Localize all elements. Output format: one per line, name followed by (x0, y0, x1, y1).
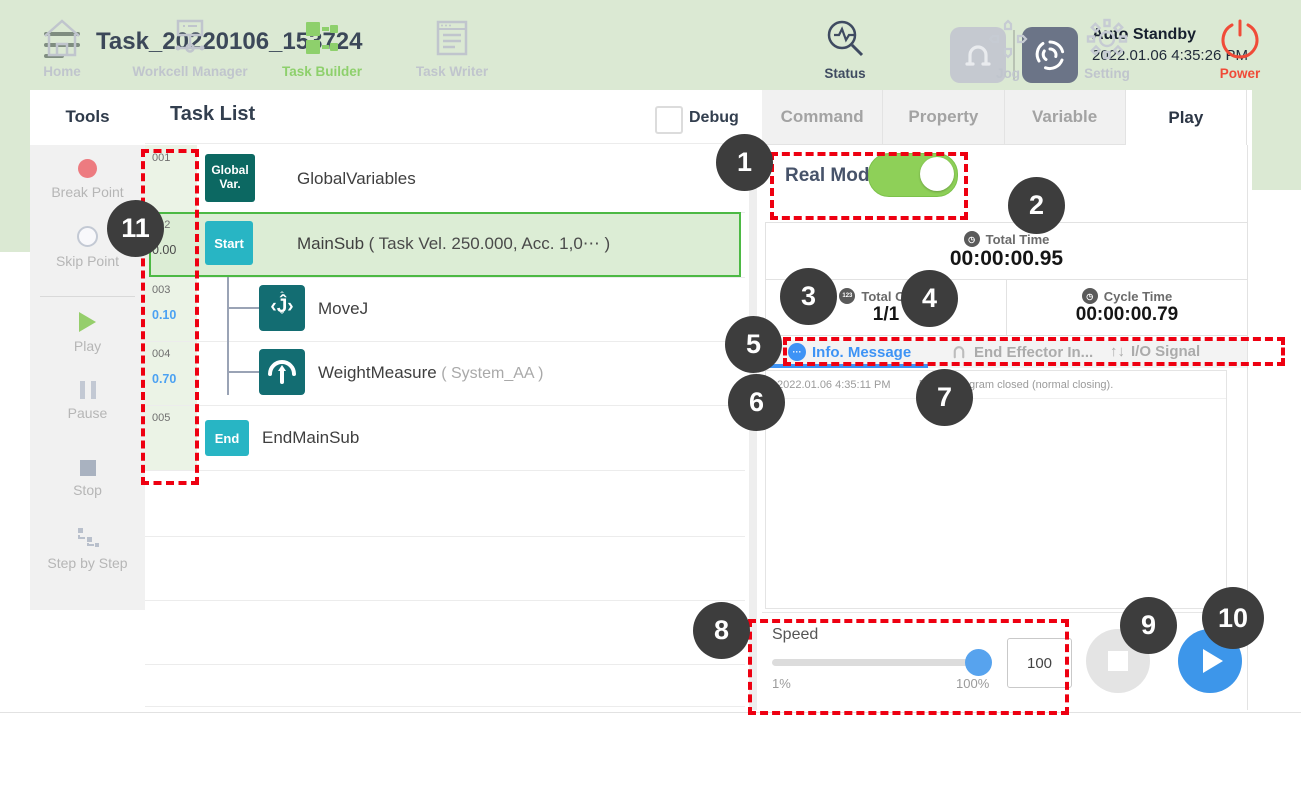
task-name: WeightMeasure (318, 363, 437, 382)
step-by-step-label: Step by Step (47, 555, 127, 571)
annotation-box-message-tabs (783, 337, 1285, 366)
app-root: Task_20220106_153724 Auto Standby 2022.0… (0, 0, 1301, 808)
tab-property[interactable]: Property (883, 90, 1004, 145)
right-green-strip (1252, 90, 1301, 190)
global-var-badge: GlobalVar. (205, 154, 255, 202)
tools-panel-title: Tools (30, 90, 145, 143)
annotation-box-speed (748, 619, 1069, 715)
play-tool-button[interactable]: Play (30, 301, 145, 365)
step-by-step-button[interactable]: Step by Step (30, 515, 145, 583)
skip-point-icon (77, 226, 98, 247)
nav-power[interactable]: Power (1170, 18, 1301, 81)
start-badge: Start (205, 221, 253, 265)
skip-point-label: Skip Point (56, 253, 119, 269)
annotation-9: 9 (1120, 597, 1177, 654)
message-time: 2022.01.06 4:35:11 PM (777, 379, 891, 391)
nav-workcell-manager[interactable]: Workcell Manager (120, 18, 260, 79)
movej-icon: ˆ ‹Ĵ› ˇ (259, 285, 305, 331)
weight-measure-icon (259, 349, 305, 395)
nav-status[interactable]: Status (775, 18, 915, 81)
play-icon (79, 312, 96, 332)
task-row-weightmeasure[interactable]: WeightMeasure ( System_AA ) (318, 363, 543, 383)
home-icon (41, 18, 83, 58)
stop-tool-label: Stop (73, 482, 102, 498)
debug-label: Debug (689, 109, 739, 127)
message-list: 2022.01.06 4:35:11 PM [1.2 gram closed (… (765, 370, 1227, 609)
annotation-11: 11 (107, 200, 164, 257)
task-row-movej[interactable]: MoveJ (318, 299, 368, 319)
task-detail: ( Task Vel. 250.000, Acc. 1,0⋯ ) (369, 234, 611, 253)
break-point-icon (78, 159, 97, 178)
task-writer-icon (432, 18, 472, 58)
tab-command[interactable]: Command (762, 90, 883, 145)
annotation-5: 5 (725, 316, 782, 373)
stop-icon (80, 460, 96, 476)
tab-play[interactable]: Play (1126, 90, 1247, 145)
break-point-label: Break Point (51, 184, 123, 200)
tools-divider (40, 296, 135, 297)
task-builder-icon (302, 18, 342, 58)
pause-icon (80, 381, 96, 399)
annotation-8: 8 (693, 602, 750, 659)
stop-square-icon (1108, 651, 1128, 671)
cycle-time-value: 00:00:00.79 (1007, 304, 1247, 326)
total-count-icon: 123 (839, 288, 855, 304)
workcell-manager-icon (168, 18, 212, 58)
tree-line (227, 277, 229, 395)
play-tool-label: Play (74, 338, 101, 354)
debug-checkbox[interactable] (655, 106, 683, 134)
task-name: MainSub (297, 234, 364, 253)
left-green-strip (0, 90, 30, 252)
play-triangle-icon (1203, 649, 1223, 673)
jog-icon (987, 18, 1029, 60)
tree-branch (227, 371, 259, 373)
end-badge: End (205, 420, 249, 456)
task-row-endmainsub[interactable]: EndMainSub (262, 428, 359, 448)
stop-tool-button[interactable]: Stop (30, 447, 145, 511)
status-icon (824, 18, 866, 60)
pause-tool-button[interactable]: Pause (30, 369, 145, 433)
annotation-2: 2 (1008, 177, 1065, 234)
annotation-box-real-mode (770, 152, 968, 220)
task-detail: ( System_AA ) (441, 365, 543, 382)
tree-branch (227, 307, 259, 309)
nav-task-builder[interactable]: Task Builder (252, 18, 392, 79)
tab-variable[interactable]: Variable (1005, 90, 1126, 145)
annotation-box-line-numbers (141, 149, 199, 485)
message-row: 2022.01.06 4:35:11 PM [1.2 gram closed (… (766, 371, 1226, 399)
power-icon (1219, 18, 1261, 60)
total-time-icon: ◷ (964, 231, 980, 247)
task-row-mainsub[interactable]: MainSub ( Task Vel. 250.000, Acc. 1,0⋯ ) (297, 234, 610, 254)
cycle-time-icon: ◷ (1082, 288, 1098, 304)
message-text: gram closed (normal closing). (969, 379, 1113, 391)
step-by-step-icon (75, 527, 101, 549)
annotation-6: 6 (728, 374, 785, 431)
nav-home[interactable]: Home (0, 18, 132, 79)
total-time-value: 00:00:00.95 (766, 247, 1247, 271)
annotation-1: 1 (716, 134, 773, 191)
nav-setting[interactable]: Setting (1037, 18, 1177, 81)
cycle-time-label: Cycle Time (1104, 289, 1172, 304)
annotation-4: 4 (901, 270, 958, 327)
annotation-10: 10 (1202, 587, 1264, 649)
bottom-nav-bar (0, 712, 1301, 808)
task-list-title: Task List (170, 103, 255, 126)
task-row-globalvariables[interactable]: GlobalVariables (297, 169, 416, 189)
pause-tool-label: Pause (68, 405, 108, 421)
annotation-7: 7 (916, 369, 973, 426)
timer-table: ◷ Total Time 00:00:00.95 123 Total Count… (765, 222, 1248, 336)
annotation-3: 3 (780, 268, 837, 325)
nav-task-writer[interactable]: Task Writer (382, 18, 522, 79)
setting-icon (1086, 18, 1128, 60)
right-tab-bar: Command Property Variable Play (762, 90, 1247, 145)
